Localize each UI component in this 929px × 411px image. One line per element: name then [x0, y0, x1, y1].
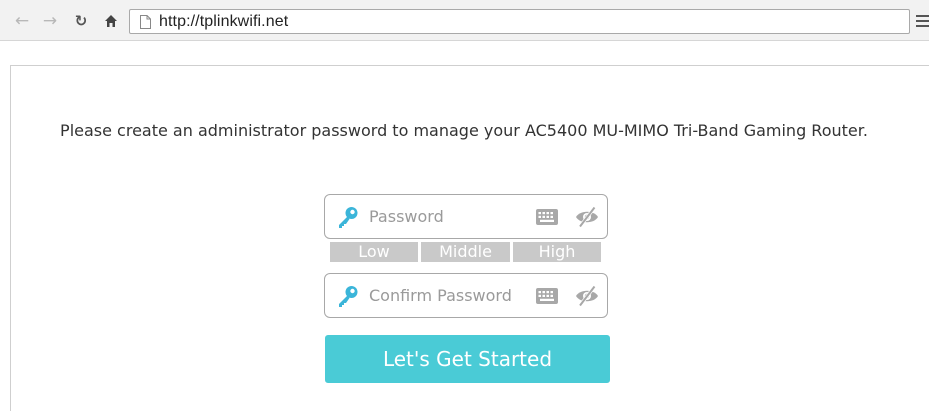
home-icon — [105, 15, 117, 27]
strength-low: Low — [330, 242, 418, 262]
arrow-right-icon: → — [42, 10, 58, 31]
confirm-password-input[interactable] — [369, 274, 549, 317]
instructions-text: Please create an administrator password … — [60, 121, 868, 140]
reload-button[interactable]: ↻ — [71, 11, 91, 31]
key-icon — [339, 207, 358, 228]
password-input[interactable] — [369, 195, 549, 238]
eye-slash-icon[interactable] — [575, 285, 599, 307]
password-strength-meter: Low Middle High — [330, 242, 601, 262]
page-icon — [137, 14, 153, 30]
eye-slash-icon[interactable] — [575, 206, 599, 228]
lets-get-started-button[interactable]: Let's Get Started — [325, 335, 610, 383]
confirm-password-field[interactable] — [324, 273, 608, 318]
url-text[interactable]: http://tplinkwifi.net — [159, 13, 288, 31]
hamburger-menu-icon[interactable] — [916, 13, 929, 29]
keyboard-icon[interactable] — [536, 288, 558, 304]
arrow-left-icon: ← — [14, 10, 30, 31]
address-bar[interactable]: http://tplinkwifi.net — [129, 9, 910, 34]
strength-middle: Middle — [421, 242, 510, 262]
reload-icon: ↻ — [74, 11, 88, 30]
forward-button[interactable]: → — [40, 11, 60, 31]
strength-high: High — [513, 242, 601, 262]
home-button[interactable] — [101, 11, 121, 31]
keyboard-icon[interactable] — [536, 209, 558, 225]
browser-toolbar: ← → ↻ http://tplinkwifi.net — [0, 0, 929, 41]
back-button[interactable]: ← — [12, 11, 32, 31]
password-field[interactable] — [324, 194, 608, 239]
key-icon — [339, 286, 358, 307]
